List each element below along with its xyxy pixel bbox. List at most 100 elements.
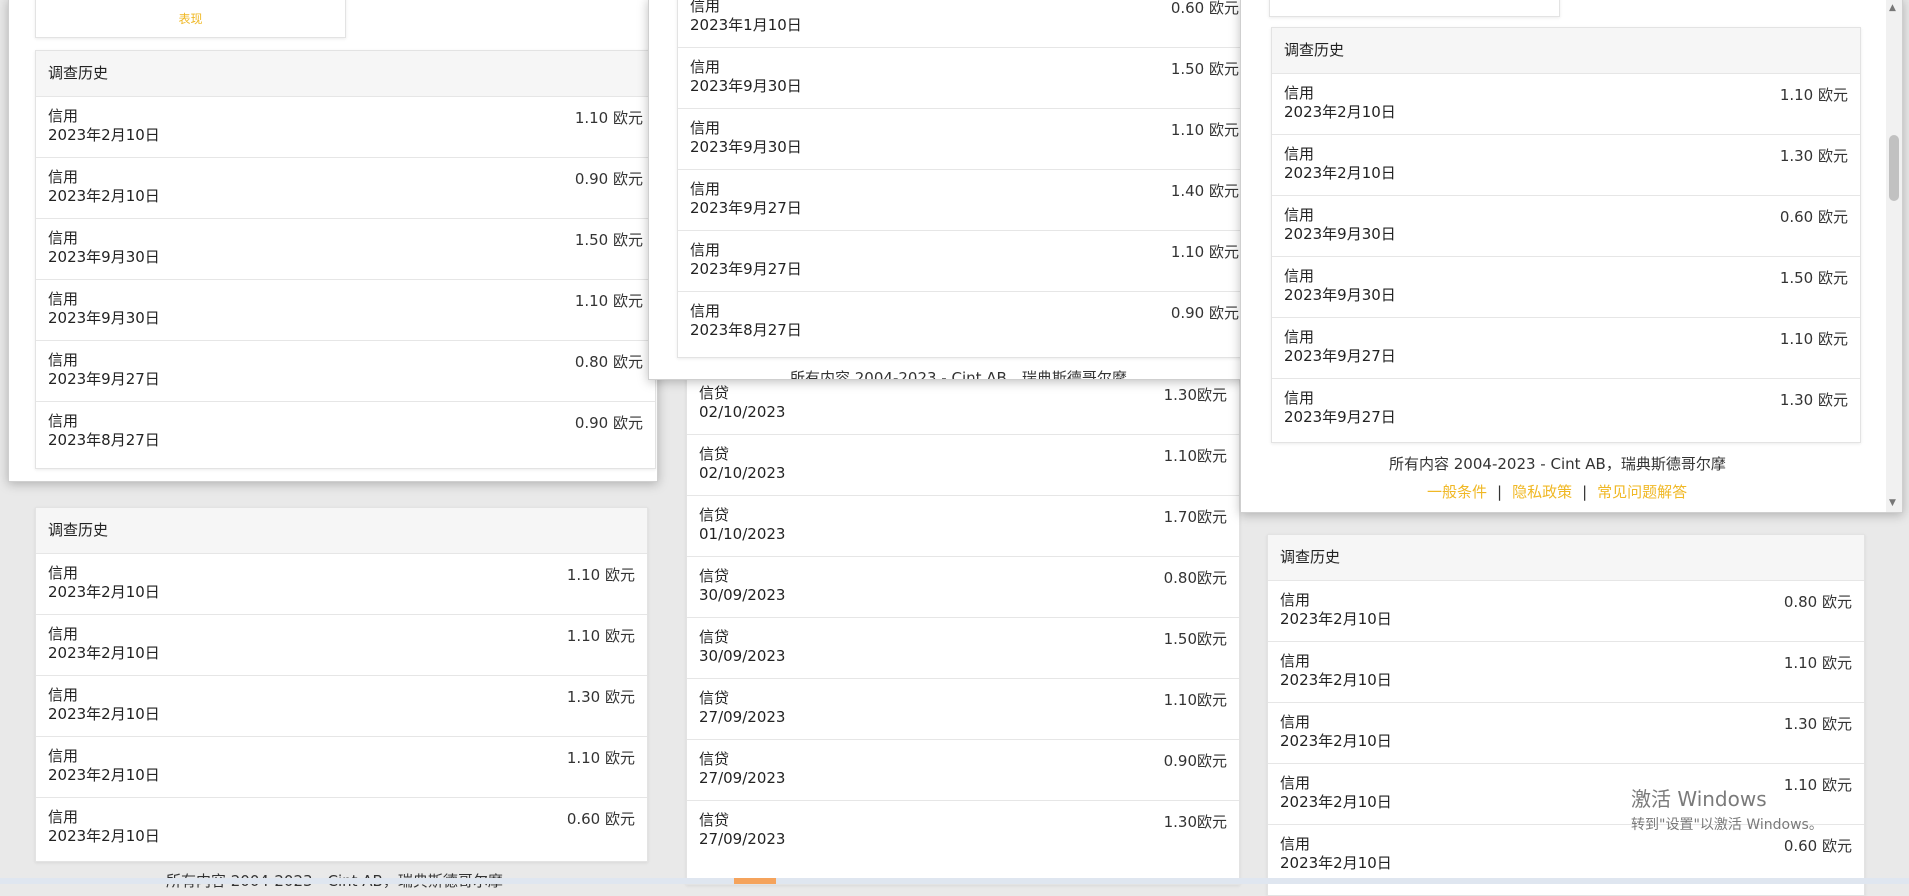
transaction-type: 信用 [690,302,721,320]
transaction-type: 信贷 [699,689,730,707]
list-item: 信贷 01/10/2023 1.70欧元 [687,496,1239,557]
list-item: 信用 2023年9月30日 1.50 欧元 [1272,257,1860,318]
window1-rows: 信用 2023年2月10日 1.10 欧元 信用 2023年2月10日 0.90 欧元 信用… [36,97,655,463]
privacy-link[interactable]: 隐私政策 [1512,483,1572,501]
transaction-type: 信用 [48,412,79,430]
transaction-type: 信用 [48,747,79,765]
transaction-amount: 1.10 欧元 [566,627,635,645]
transaction-date: 2023年2月10日 [48,827,160,845]
list-item: 信用 2023年2月10日 1.10 欧元 [36,97,655,158]
faq-link[interactable]: 常见问题解答 [1597,483,1687,501]
list-item: 信贷 30/09/2023 1.50欧元 [687,618,1239,679]
transaction-type: 信用 [690,119,721,137]
transaction-amount: 1.30欧元 [1163,386,1227,404]
transaction-amount: 1.50 欧元 [574,231,643,249]
bottom-left-survey-history-card: 调查历史 信用 2023年2月10日 1.10 欧元 信用 2023年2月10日 1.10… [35,507,648,862]
transaction-amount: 0.60 欧元 [566,810,635,828]
transaction-type: 信用 [1284,84,1315,102]
transaction-amount: 0.80 欧元 [574,353,643,371]
transaction-type: 信用 [48,290,79,308]
transaction-date: 2023年2月10日 [1284,103,1396,121]
window2-survey-history-card: 信用 2023年1月10日 0.60 欧元 信用 2023年9月30日 1.50 欧元 信用… [677,0,1245,358]
transaction-amount: 1.10 欧元 [1170,121,1239,139]
transaction-amount: 0.80欧元 [1163,569,1227,587]
transaction-type: 信用 [1280,652,1311,670]
transaction-date: 2023年9月30日 [690,138,802,156]
list-item: 信用 2023年9月27日 1.30 欧元 [1272,379,1860,440]
transaction-amount: 1.70欧元 [1163,508,1227,526]
transaction-date: 2023年9月30日 [48,309,160,327]
list-item: 信贷 27/09/2023 1.30欧元 [687,801,1239,862]
transaction-type: 信用 [1280,591,1311,609]
list-item: 信贷 02/10/2023 1.30欧元 [687,374,1239,435]
transaction-date: 2023年2月10日 [48,766,160,784]
list-item: 信用 2023年2月10日 0.80 欧元 [1268,581,1864,642]
transaction-type: 信用 [1284,328,1315,346]
taskbar-accent [734,878,776,884]
popup-window-1: 表现 调查历史 信用 2023年2月10日 1.10 欧元 信用 2023年2月10日 0… [8,0,658,482]
transaction-date: 2023年2月10日 [1284,164,1396,182]
windows-activation-watermark: 激活 Windows 转到"设置"以激活 Windows。 [1631,783,1823,834]
list-item: 信用 2023年2月10日 0.90 欧元 [36,158,655,219]
transaction-amount: 1.10 欧元 [566,566,635,584]
transaction-type: 信用 [48,625,79,643]
transaction-amount: 1.10 欧元 [1779,86,1848,104]
transaction-date: 27/09/2023 [699,769,786,787]
transaction-date: 30/09/2023 [699,586,786,604]
transaction-type: 信用 [48,564,79,582]
transaction-amount: 1.10欧元 [1163,447,1227,465]
transaction-date: 2023年2月10日 [48,705,160,723]
list-item: 信用 2023年9月30日 1.50 欧元 [678,48,1245,109]
transaction-date: 2023年9月30日 [690,77,802,95]
watermark-line1: 激活 Windows [1631,787,1767,811]
list-item: 信贷 02/10/2023 1.10欧元 [687,435,1239,496]
list-item: 信用 2023年2月10日 1.10 欧元 [36,737,647,798]
transaction-type: 信用 [1284,145,1315,163]
transaction-type: 信贷 [699,750,730,768]
transaction-date: 27/09/2023 [699,708,786,726]
transaction-type: 信用 [48,808,79,826]
terms-link[interactable]: 一般条件 [1427,483,1487,501]
list-item: 信用 2023年9月27日 1.10 欧元 [678,231,1245,292]
transaction-date: 2023年1月10日 [690,16,802,34]
transaction-amount: 1.30 欧元 [566,688,635,706]
transaction-amount: 1.30欧元 [1163,813,1227,831]
transaction-amount: 0.90 欧元 [574,414,643,432]
scroll-up-arrow-icon[interactable]: ▲ [1889,3,1896,13]
bottom-right-card-header: 调查历史 [1268,535,1864,581]
window3-scroll-thumb[interactable] [1889,135,1899,201]
window3-card-header: 调查历史 [1272,28,1860,74]
transaction-date: 2023年9月27日 [1284,408,1396,426]
list-item: 信用 2023年2月10日 1.30 欧元 [1272,135,1860,196]
transaction-type: 信贷 [699,445,730,463]
transaction-amount: 0.60 欧元 [1779,208,1848,226]
transaction-type: 信用 [1284,206,1315,224]
transaction-type: 信用 [1280,835,1311,853]
transaction-type: 信用 [48,168,79,186]
list-item: 信贷 27/09/2023 0.90欧元 [687,740,1239,801]
transaction-date: 2023年9月27日 [690,199,802,217]
list-item: 信用 2023年2月10日 1.10 欧元 [1268,642,1864,703]
transaction-date: 2023年2月10日 [48,187,160,205]
transaction-amount: 0.90欧元 [1163,752,1227,770]
transaction-type: 信贷 [699,384,730,402]
list-item: 信用 2023年9月30日 1.50 欧元 [36,219,655,280]
window1-card-header: 调查历史 [36,51,655,97]
transaction-type: 信用 [48,351,79,369]
list-item: 信用 2023年8月27日 0.90 欧元 [36,402,655,463]
list-item: 信贷 30/09/2023 0.80欧元 [687,557,1239,618]
transaction-date: 2023年8月27日 [690,321,802,339]
transaction-date: 30/09/2023 [699,647,786,665]
transaction-date: 2023年9月27日 [690,260,802,278]
window3-scrollbar[interactable]: ▲ ▼ [1886,0,1902,512]
bottom-left-card-header: 调查历史 [36,508,647,554]
scroll-down-arrow-icon[interactable]: ▼ [1889,498,1896,508]
list-item: 信用 2023年8月27日 0.90 欧元 [678,292,1245,353]
transaction-amount: 1.30 欧元 [1779,391,1848,409]
window1-stub-link[interactable]: 表现 [36,10,345,27]
transaction-amount: 0.60 欧元 [1170,0,1239,17]
transaction-date: 2023年2月10日 [1280,610,1392,628]
bottom-right-survey-history-card: 调查历史 信用 2023年2月10日 0.80 欧元 信用 2023年2月10日 1.10… [1267,534,1865,896]
transaction-type: 信用 [1284,267,1315,285]
window3-survey-history-card: 调查历史 信用 2023年2月10日 1.10 欧元 信用 2023年2月10日 1.30… [1271,27,1861,443]
